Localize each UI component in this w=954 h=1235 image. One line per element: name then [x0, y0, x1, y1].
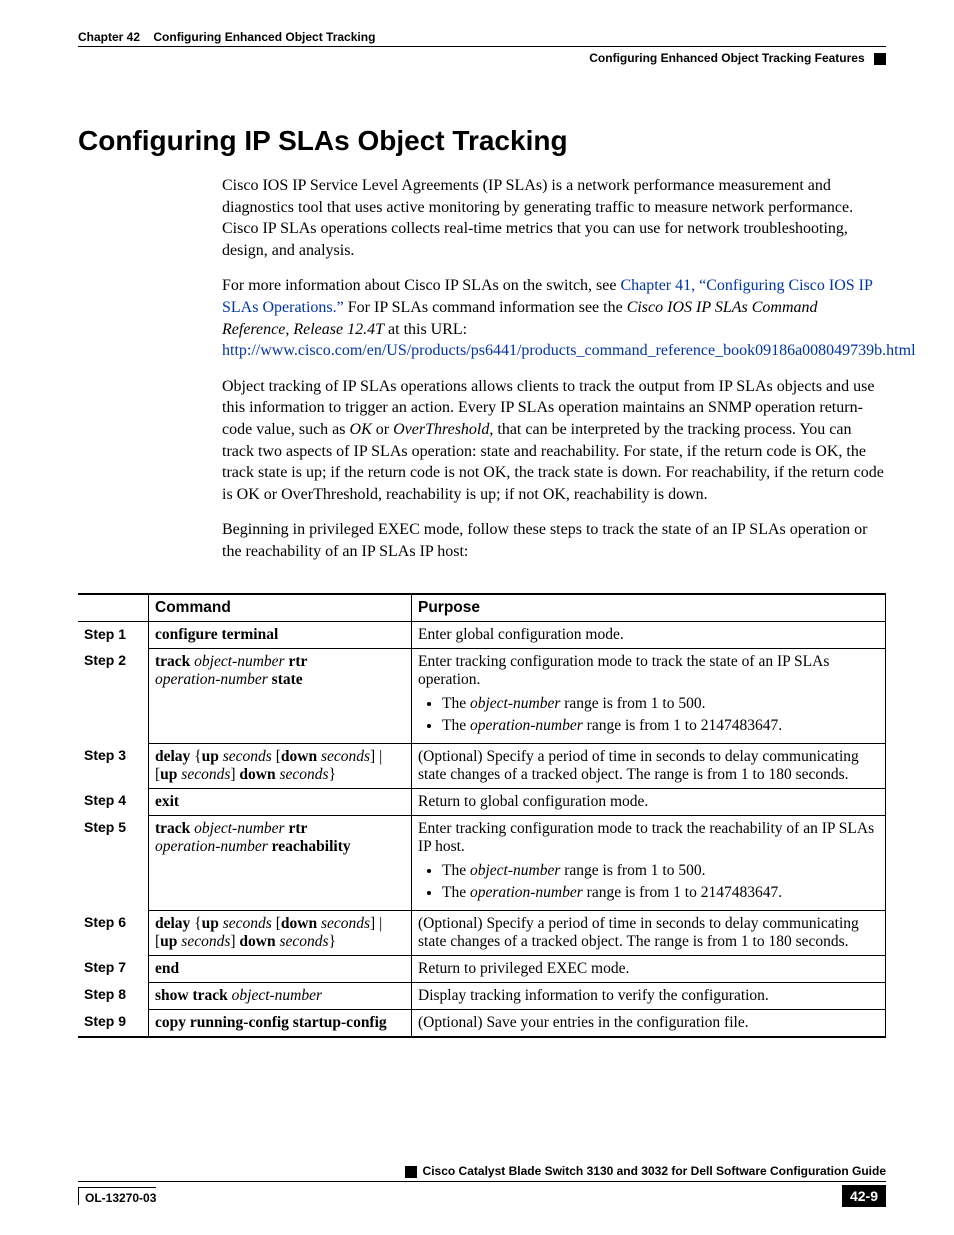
purpose-cell: Return to privileged EXEC mode.	[412, 955, 886, 982]
footer-title: Cisco Catalyst Blade Switch 3130 and 303…	[78, 1164, 886, 1182]
step-label: Step 9	[78, 1009, 149, 1037]
footer-page-number: 42-9	[842, 1185, 886, 1207]
command-cell: configure terminal	[149, 621, 412, 648]
list-item: The operation-number range is from 1 to …	[442, 884, 879, 902]
table-row: Step 8show track object-numberDisplay tr…	[78, 982, 886, 1009]
steps-table: Command Purpose Step 1configure terminal…	[78, 593, 886, 1038]
header-section: Configuring Enhanced Object Tracking Fea…	[589, 51, 864, 65]
chapter-title: Configuring Enhanced Object Tracking	[153, 30, 375, 44]
paragraph-3: Object tracking of IP SLAs operations al…	[222, 376, 886, 506]
list-item: The object-number range is from 1 to 500…	[442, 695, 879, 713]
body-text: Cisco IOS IP Service Level Agreements (I…	[222, 175, 886, 563]
purpose-cell: (Optional) Save your entries in the conf…	[412, 1009, 886, 1037]
command-cell: delay {up seconds [down seconds] | [up s…	[149, 743, 412, 788]
page-header: Chapter 42 Configuring Enhanced Object T…	[78, 30, 886, 65]
footer-doc-id: OL-13270-03	[78, 1187, 156, 1205]
purpose-cell: Return to global configuration mode.	[412, 788, 886, 815]
page: Chapter 42 Configuring Enhanced Object T…	[0, 0, 954, 1235]
url-link[interactable]: http://www.cisco.com/en/US/products/ps64…	[222, 342, 916, 359]
paragraph-2: For more information about Cisco IP SLAs…	[222, 275, 886, 361]
section-heading: Configuring IP SLAs Object Tracking	[78, 125, 886, 157]
chapter-number: Chapter 42	[78, 30, 140, 44]
command-cell: end	[149, 955, 412, 982]
col-step	[78, 594, 149, 622]
command-cell: delay {up seconds [down seconds] | [up s…	[149, 910, 412, 955]
list-item: The object-number range is from 1 to 500…	[442, 862, 879, 880]
step-label: Step 8	[78, 982, 149, 1009]
table-header-row: Command Purpose	[78, 594, 886, 622]
purpose-cell: Enter tracking configuration mode to tra…	[412, 815, 886, 910]
purpose-bullets: The object-number range is from 1 to 500…	[418, 695, 879, 735]
table-row: Step 5track object-number rtr operation-…	[78, 815, 886, 910]
col-purpose: Purpose	[412, 594, 886, 622]
table-row: Step 4exitReturn to global configuration…	[78, 788, 886, 815]
table-row: Step 7endReturn to privileged EXEC mode.	[78, 955, 886, 982]
header-marker-icon	[874, 53, 886, 65]
purpose-cell: (Optional) Specify a period of time in s…	[412, 910, 886, 955]
command-cell: show track object-number	[149, 982, 412, 1009]
table-row: Step 1configure terminalEnter global con…	[78, 621, 886, 648]
step-label: Step 6	[78, 910, 149, 955]
step-label: Step 3	[78, 743, 149, 788]
purpose-bullets: The object-number range is from 1 to 500…	[418, 862, 879, 902]
header-rule: Configuring Enhanced Object Tracking Fea…	[78, 46, 886, 65]
table-row: Step 9copy running-config startup-config…	[78, 1009, 886, 1037]
command-cell: exit	[149, 788, 412, 815]
table-row: Step 6delay {up seconds [down seconds] |…	[78, 910, 886, 955]
purpose-cell: (Optional) Specify a period of time in s…	[412, 743, 886, 788]
purpose-cell: Display tracking information to verify t…	[412, 982, 886, 1009]
table-row: Step 3delay {up seconds [down seconds] |…	[78, 743, 886, 788]
step-label: Step 4	[78, 788, 149, 815]
step-label: Step 5	[78, 815, 149, 910]
command-cell: track object-number rtr operation-number…	[149, 815, 412, 910]
command-cell: copy running-config startup-config	[149, 1009, 412, 1037]
header-chapter: Chapter 42 Configuring Enhanced Object T…	[78, 30, 886, 44]
step-label: Step 1	[78, 621, 149, 648]
command-cell: track object-number rtr operation-number…	[149, 648, 412, 743]
purpose-cell: Enter tracking configuration mode to tra…	[412, 648, 886, 743]
paragraph-4: Beginning in privileged EXEC mode, follo…	[222, 519, 886, 562]
table-row: Step 2track object-number rtr operation-…	[78, 648, 886, 743]
step-label: Step 7	[78, 955, 149, 982]
step-label: Step 2	[78, 648, 149, 743]
col-command: Command	[149, 594, 412, 622]
purpose-cell: Enter global configuration mode.	[412, 621, 886, 648]
paragraph-1: Cisco IOS IP Service Level Agreements (I…	[222, 175, 886, 261]
list-item: The operation-number range is from 1 to …	[442, 717, 879, 735]
page-footer: Cisco Catalyst Blade Switch 3130 and 303…	[78, 1164, 886, 1207]
footer-marker-icon	[405, 1166, 417, 1178]
